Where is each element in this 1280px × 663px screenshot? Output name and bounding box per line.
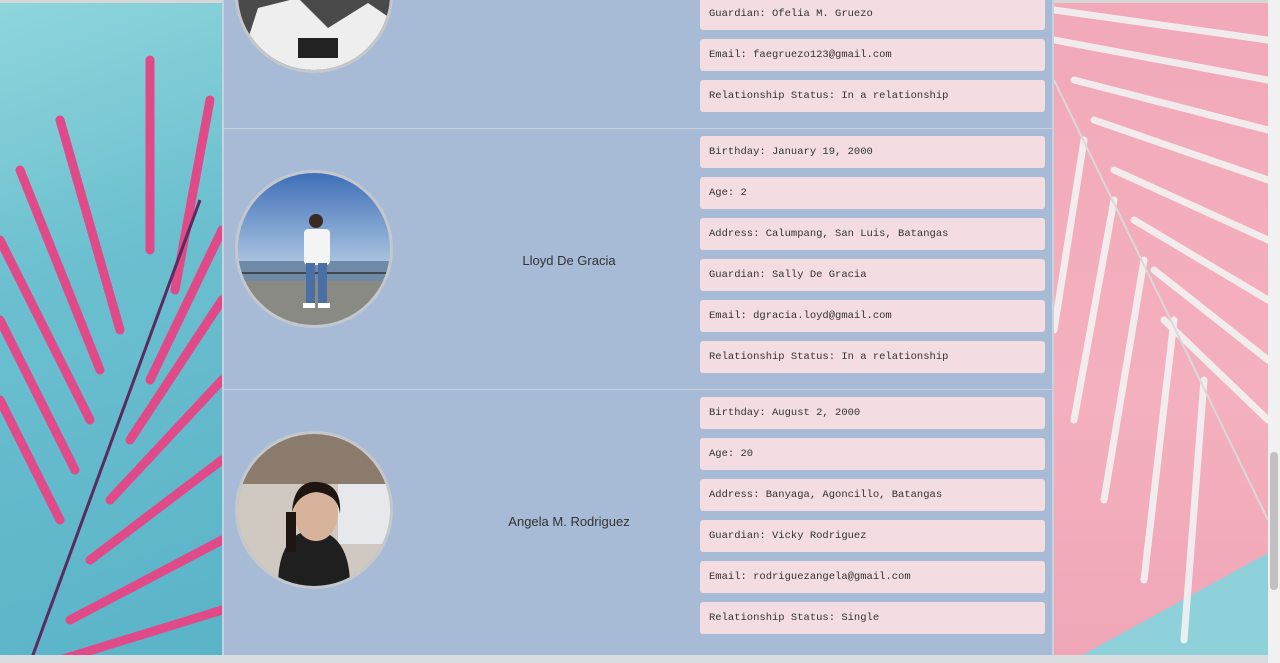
- palm-leaf-left-icon: [0, 55, 222, 663]
- address-field: Address: Calumpang, San Luis, Batangas: [700, 218, 1045, 250]
- profile-row: Angela M. Rodriguez Birthday: August 2, …: [224, 390, 1052, 652]
- address-field: Address: Banyaga, Agoncillo, Batangas: [700, 479, 1045, 511]
- avatar-photo-icon: [238, 0, 390, 70]
- avatar-photo-icon: [238, 173, 390, 325]
- guardian-field: Guardian: Sally De Gracia: [700, 259, 1045, 291]
- birthday-field: Birthday: January 19, 2000: [700, 136, 1045, 168]
- profile-row: Guardian: Ofelia M. Gruezo Email: faegru…: [224, 0, 1052, 129]
- bottom-border: [0, 655, 1268, 663]
- age-field: Age: 2: [700, 177, 1045, 209]
- avatar-photo-icon: [238, 434, 390, 586]
- relationship-status-field: Relationship Status: Single: [700, 602, 1045, 634]
- background-left-panel: [0, 0, 222, 663]
- avatar: [235, 170, 393, 328]
- avatar: [235, 431, 393, 589]
- vertical-scrollbar[interactable]: [1268, 0, 1280, 663]
- relationship-status-field: Relationship Status: In a relationship: [700, 341, 1045, 373]
- profile-name: Angela M. Rodriguez: [508, 514, 630, 529]
- relationship-status-field: Relationship Status: In a relationship: [700, 80, 1045, 112]
- birthday-field: Birthday: August 2, 2000: [700, 397, 1045, 429]
- age-field: Age: 20: [700, 438, 1045, 470]
- palm-leaf-right-icon: [1054, 6, 1268, 644]
- profiles-panel: Guardian: Ofelia M. Gruezo Email: faegru…: [222, 0, 1054, 655]
- email-field: Email: dgracia.loyd@gmail.com: [700, 300, 1045, 332]
- guardian-field: Guardian: Ofelia M. Gruezo: [700, 0, 1045, 30]
- profile-name: Lloyd De Gracia: [522, 253, 616, 268]
- background-right-panel: [1054, 0, 1268, 663]
- profile-row: Lloyd De Gracia Birthday: January 19, 20…: [224, 129, 1052, 390]
- email-field: Email: faegruezo123@gmail.com: [700, 39, 1045, 71]
- scrollbar-thumb[interactable]: [1270, 452, 1278, 590]
- guardian-field: Guardian: Vicky Rodriguez: [700, 520, 1045, 552]
- avatar: [235, 0, 393, 73]
- email-field: Email: rodriguezangela@gmail.com: [700, 561, 1045, 593]
